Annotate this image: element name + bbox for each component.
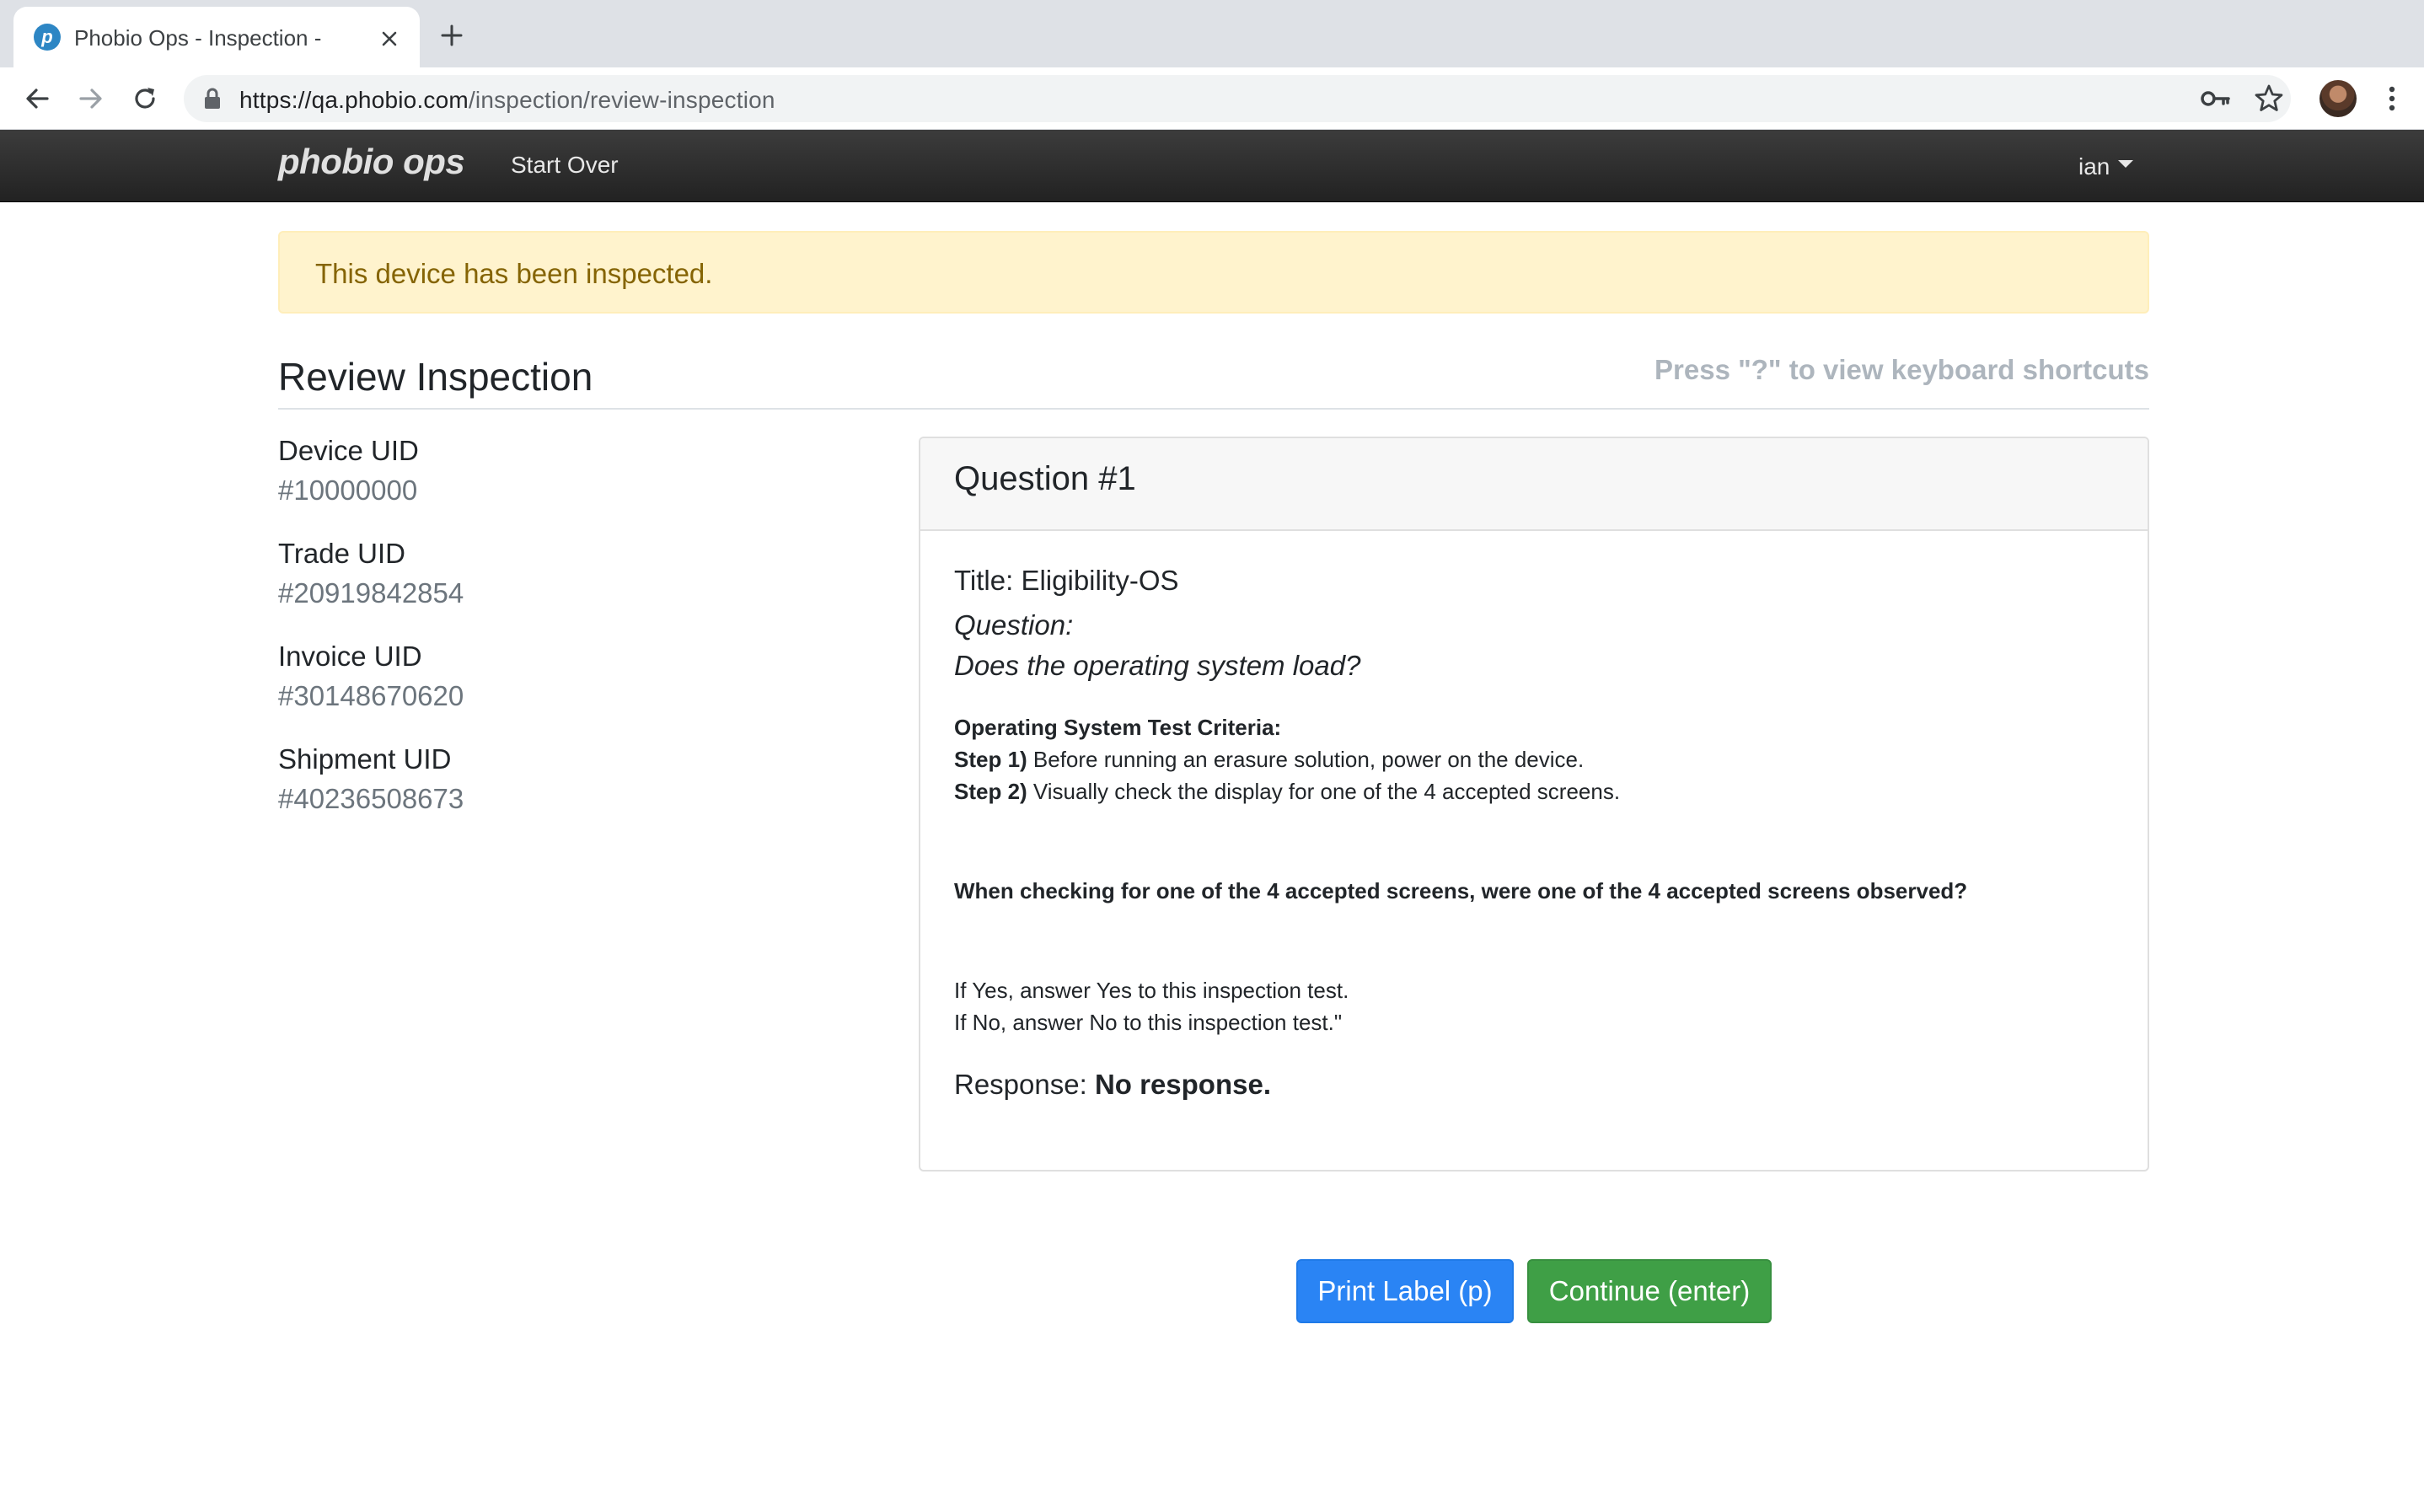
tab-title: Phobio Ops - Inspection -	[74, 25, 322, 51]
more-menu-icon[interactable]	[2377, 82, 2407, 115]
bookmark-star-icon[interactable]	[2252, 82, 2286, 115]
uid-list: Device UID #10000000 Trade UID #20919842…	[278, 433, 868, 844]
address-bar[interactable]: https://qa.phobio.com/inspection/review-…	[184, 75, 2291, 122]
uid-label: Shipment UID	[278, 743, 452, 775]
question-number: Question #1	[954, 460, 1136, 497]
question-card-header: Question #1	[920, 438, 2148, 531]
trade-uid: Trade UID #20919842854	[278, 536, 868, 639]
key-icon[interactable]	[2198, 83, 2232, 115]
if-yes-text: If Yes, answer Yes to this inspection te…	[954, 978, 1349, 1003]
if-no-text: If No, answer No to this inspection test…	[954, 1010, 1343, 1035]
response: Response: No response.	[954, 1067, 2117, 1102]
uid-value: #10000000	[278, 475, 418, 506]
url-text: https://qa.phobio.com/inspection/review-…	[239, 87, 775, 114]
forward-icon[interactable]	[76, 83, 106, 114]
question-title: Title: Eligibility-OS	[954, 565, 1179, 596]
alert-message: This device has been inspected.	[315, 258, 713, 289]
step-1-label: Step 1)	[954, 747, 1027, 772]
phobio-favicon-icon: p	[34, 24, 61, 51]
browser-tab[interactable]: p Phobio Ops - Inspection -	[13, 7, 420, 67]
step-1-text: Before running an erasure solution, powe…	[1027, 747, 1585, 772]
print-label-button[interactable]: Print Label (p)	[1296, 1259, 1514, 1323]
step-2-label: Step 2)	[954, 779, 1027, 804]
browser-toolbar: https://qa.phobio.com/inspection/review-…	[0, 67, 2424, 130]
criteria-heading: Operating System Test Criteria:	[954, 715, 1282, 740]
uid-label: Trade UID	[278, 538, 405, 569]
start-over-link[interactable]: Start Over	[511, 152, 619, 179]
continue-button[interactable]: Continue (enter)	[1527, 1259, 1772, 1323]
device-uid: Device UID #10000000	[278, 433, 868, 536]
uid-value: #30148670620	[278, 680, 464, 711]
shipment-uid: Shipment UID #40236508673	[278, 742, 868, 844]
profile-avatar[interactable]	[2319, 80, 2357, 117]
caret-down-icon	[2118, 159, 2134, 168]
browser-tab-strip: p Phobio Ops - Inspection -	[0, 0, 2424, 67]
uid-label: Invoice UID	[278, 641, 422, 672]
answer-guidance: If Yes, answer Yes to this inspection te…	[954, 974, 2117, 1038]
question-card-body: Title: Eligibility-OS Question: Does the…	[954, 563, 2117, 1102]
keyboard-shortcut-hint: Press "?" to view keyboard shortcuts	[1654, 354, 2149, 385]
close-icon[interactable]	[378, 27, 401, 51]
inspection-instruction: When checking for one of the 4 accepted …	[954, 878, 1968, 903]
test-criteria: Operating System Test Criteria: Step 1) …	[954, 711, 2117, 807]
user-name: ian	[2078, 153, 2110, 180]
uid-label: Device UID	[278, 435, 419, 466]
step-2: Step 2) Visually check the display for o…	[954, 775, 2117, 807]
url-path: /inspection/review-inspection	[468, 87, 775, 113]
page-title: Review Inspection	[278, 355, 593, 399]
question-label: Question:	[954, 609, 1074, 641]
response-label: Response:	[954, 1069, 1095, 1100]
url-host: https://qa.phobio.com	[239, 87, 469, 113]
question-card: Question #1 Title: Eligibility-OS Questi…	[919, 437, 2149, 1172]
response-value: No response.	[1094, 1069, 1271, 1100]
inspected-alert: This device has been inspected.	[278, 231, 2149, 314]
lock-icon[interactable]	[202, 87, 223, 110]
divider	[278, 408, 2149, 410]
app-navbar: phobio ops Start Over ian	[0, 130, 2424, 202]
uid-value: #40236508673	[278, 783, 464, 814]
user-menu-toggle[interactable]: ian	[2078, 153, 2134, 180]
invoice-uid: Invoice UID #30148670620	[278, 639, 868, 742]
question-text: Does the operating system load?	[954, 650, 1361, 681]
uid-value: #20919842854	[278, 577, 464, 609]
brand-logo[interactable]: phobio ops	[278, 142, 465, 182]
step-1: Step 1) Before running an erasure soluti…	[954, 743, 2117, 775]
new-tab-icon[interactable]	[438, 22, 465, 49]
back-icon[interactable]	[22, 83, 52, 114]
step-2-text: Visually check the display for one of th…	[1027, 779, 1621, 804]
reload-icon[interactable]	[130, 83, 160, 114]
